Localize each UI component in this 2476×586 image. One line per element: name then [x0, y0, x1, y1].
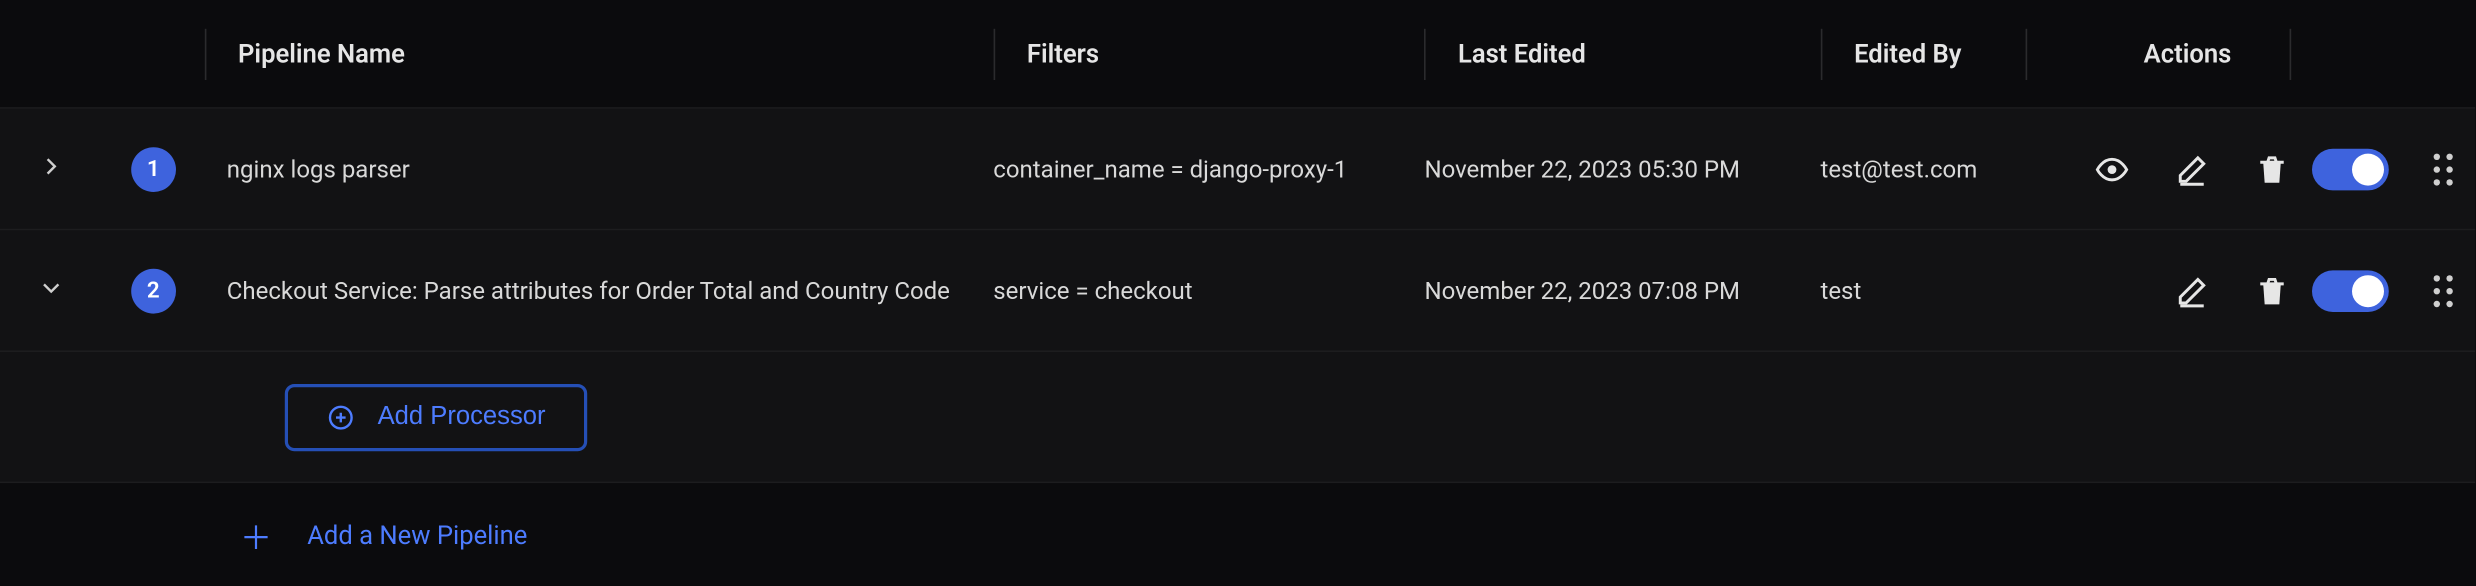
- pipeline-filter: container_name = django-proxy-1: [993, 154, 1347, 183]
- pipeline-name: Checkout Service: Parse attributes for O…: [227, 276, 950, 305]
- pipeline-name: nginx logs parser: [227, 154, 410, 183]
- add-processor-button[interactable]: Add Processor: [285, 383, 587, 450]
- chevron-down-icon[interactable]: [37, 273, 66, 308]
- pipeline-edited-by: test: [1820, 276, 1861, 305]
- drag-handle-icon[interactable]: [2434, 274, 2453, 306]
- row-index-badge: 2: [131, 268, 176, 313]
- table-header: Pipeline Name Filters Last Edited Edited…: [0, 0, 2475, 109]
- col-header-last-edited: Last Edited: [1458, 38, 1586, 68]
- add-processor-label: Add Processor: [378, 402, 546, 431]
- pipeline-edited-by: test@test.com: [1820, 154, 1977, 183]
- trash-icon[interactable]: [2255, 273, 2290, 308]
- row-index-badge: 1: [131, 146, 176, 191]
- col-header-actions: Actions: [2144, 38, 2232, 68]
- enable-toggle[interactable]: [2312, 270, 2389, 312]
- edit-icon[interactable]: [2175, 273, 2210, 308]
- col-header-edited-by: Edited By: [1854, 38, 1961, 68]
- pipeline-filter: service = checkout: [993, 276, 1192, 305]
- enable-toggle[interactable]: [2312, 148, 2389, 190]
- plus-circle-icon: [326, 402, 355, 431]
- add-pipeline-row[interactable]: ＋ Add a New Pipeline: [0, 483, 2475, 585]
- col-header-filters: Filters: [1027, 38, 1099, 68]
- col-header-name: Pipeline Name: [238, 38, 405, 68]
- table-row: 1 nginx logs parser container_name = dja…: [0, 109, 2475, 231]
- add-pipeline-label: Add a New Pipeline: [307, 519, 527, 549]
- plus-icon: ＋: [240, 511, 272, 557]
- eye-icon[interactable]: [2095, 151, 2130, 186]
- chevron-right-icon[interactable]: [37, 151, 66, 186]
- edit-icon[interactable]: [2175, 151, 2210, 186]
- pipeline-last-edited: November 22, 2023 05:30 PM: [1424, 154, 1740, 183]
- trash-icon[interactable]: [2255, 151, 2290, 186]
- processor-row: Add Processor: [0, 352, 2475, 483]
- table-row: 2 Checkout Service: Parse attributes for…: [0, 230, 2475, 352]
- drag-handle-icon[interactable]: [2434, 153, 2453, 185]
- pipeline-last-edited: November 22, 2023 07:08 PM: [1424, 276, 1740, 305]
